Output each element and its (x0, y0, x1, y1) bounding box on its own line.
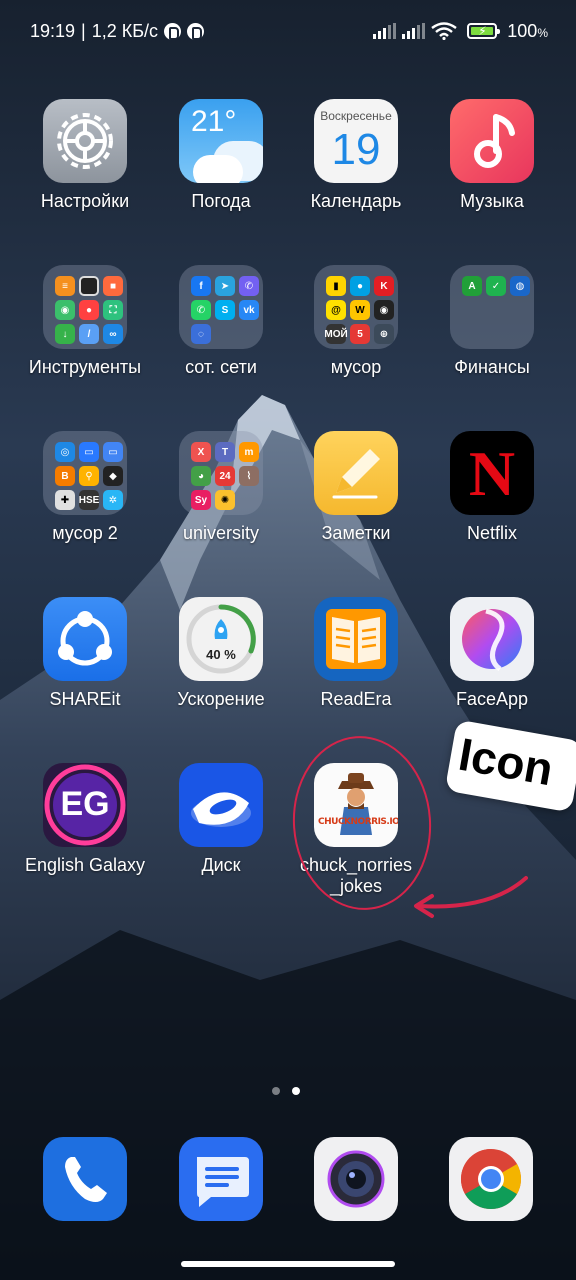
app-label: Настройки (40, 191, 130, 211)
network-speed: 1,2 КБ/с (91, 20, 159, 41)
app-label: Инструменты (28, 357, 142, 377)
chrome-icon (460, 1149, 522, 1210)
signal-icon (373, 23, 397, 39)
folder-icon: ≡ ■ ◉ ● ⛶ ↓ / ∞ (43, 265, 127, 349)
music-note-icon (450, 99, 534, 183)
netflix-icon: N (450, 431, 534, 515)
app-label: Заметки (321, 523, 391, 543)
weather-icon: 21° (179, 99, 263, 183)
app-netflix[interactable]: N Netflix (424, 431, 560, 544)
folder-icon: ◎ ▭ ▭ B ⚲ ◆ ✚ HSE ✲ (43, 431, 127, 515)
book-icon (314, 597, 398, 681)
calendar-day: 19 (331, 125, 381, 174)
folder-icon: A ✓ ◍ (450, 265, 534, 349)
app-boost[interactable]: 40 % Ускорение (153, 597, 289, 710)
battery-percent: 100% (507, 20, 548, 41)
app-label: сот. сети (185, 357, 257, 377)
calendar-weekday: Воскресенье (320, 109, 392, 123)
app-label: Музыка (460, 191, 524, 211)
disk-icon (179, 763, 263, 847)
app-label: university (182, 523, 260, 543)
app-calendar[interactable]: Воскресенье 19 Календарь (288, 99, 424, 212)
faceapp-icon (450, 597, 534, 681)
app-readera[interactable]: ReadEra (288, 597, 424, 710)
rocket-icon: 40 % (179, 597, 263, 681)
app-label: Netflix (466, 523, 517, 543)
app-music[interactable]: Музыка (424, 99, 560, 212)
app-label: ReadEra (320, 689, 392, 709)
dock-camera[interactable] (314, 1137, 398, 1221)
phone-icon (65, 1157, 107, 1202)
eg-icon: EG (43, 763, 127, 847)
app-faceapp[interactable]: FaceApp (424, 597, 560, 710)
app-label: Финансы (454, 357, 530, 377)
pencil-icon (314, 431, 398, 515)
app-label: SHAREit (49, 689, 121, 709)
folder-university[interactable]: XTm ◕ 24 ⌇ Sy ✺ university (153, 431, 289, 544)
app-label: Погода (191, 191, 251, 211)
shareit-icon (43, 597, 127, 681)
folder-finance[interactable]: A ✓ ◍ Финансы (424, 265, 560, 378)
app-label: FaceApp (455, 689, 529, 709)
gesture-nav-bar[interactable] (181, 1261, 395, 1267)
folder-tools[interactable]: ≡ ■ ◉ ● ⛶ ↓ / ∞ Инструменты (17, 265, 153, 378)
page-indicator (272, 1087, 300, 1095)
status-separator: | (81, 20, 86, 41)
app-label: мусор 2 (52, 523, 118, 543)
app-disk[interactable]: Диск (153, 763, 289, 876)
app-label: мусор (330, 357, 382, 377)
chuck-norris-icon: CHUCKNORRIS.IO (314, 763, 398, 847)
calendar-icon: Воскресенье 19 (314, 99, 398, 183)
app-english-galaxy[interactable]: EG English Galaxy (17, 763, 153, 876)
app-label: Календарь (310, 191, 402, 211)
messages-icon (197, 1157, 249, 1207)
folder-social[interactable]: f ➤ ✆ ✆ Svk ◌ сот. сети (153, 265, 289, 378)
wifi-icon (431, 22, 458, 40)
annotation-text: Icon (454, 727, 558, 796)
app-weather[interactable]: 21° Погода (153, 99, 289, 212)
folder-icon: ▮ ● K @ W ◉ МОЙ 5 ⊕ (314, 265, 398, 349)
notification-icon (164, 22, 182, 40)
dock-phone[interactable] (43, 1137, 127, 1221)
folder-trash[interactable]: ▮ ● K @ W ◉ МОЙ 5 ⊕ мусор (288, 265, 424, 378)
app-label: English Galaxy (24, 855, 146, 875)
gear-icon (43, 99, 127, 183)
camera-icon (327, 1150, 385, 1208)
boost-percent: 40 % (206, 647, 236, 662)
weather-temp: 21° (191, 105, 237, 138)
app-label: Диск (201, 855, 241, 875)
app-settings[interactable]: Настройки (17, 99, 153, 212)
page-dot (272, 1087, 280, 1095)
status-left: 19:19 | 1,2 КБ/с (30, 20, 205, 42)
status-right: ⚡ 100% (373, 21, 548, 42)
chuck-logo-text: CHUCKNORRIS.IO (318, 817, 398, 827)
status-bar: 19:19 | 1,2 КБ/с ⚡ 100% (0, 0, 576, 62)
clock: 19:19 (30, 20, 76, 41)
page-dot-active (292, 1087, 300, 1095)
folder-icon: XTm ◕ 24 ⌇ Sy ✺ (179, 431, 263, 515)
app-notes[interactable]: Заметки (288, 431, 424, 544)
folder-trash-2[interactable]: ◎ ▭ ▭ B ⚲ ◆ ✚ HSE ✲ мусор 2 (17, 431, 153, 544)
battery-icon: ⚡ (467, 23, 501, 39)
signal-icon (402, 23, 426, 39)
app-label: chuck_norries _jokes (299, 855, 413, 896)
notification-icon (187, 22, 205, 40)
folder-icon: f ➤ ✆ ✆ Svk ◌ (179, 265, 263, 349)
app-shareit[interactable]: SHAREit (17, 597, 153, 710)
app-chuck-norris-jokes[interactable]: CHUCKNORRIS.IO chuck_norries _jokes (288, 763, 424, 897)
dock-messages[interactable] (179, 1137, 263, 1221)
app-label: Ускорение (177, 689, 265, 709)
dock-chrome[interactable] (449, 1137, 533, 1221)
